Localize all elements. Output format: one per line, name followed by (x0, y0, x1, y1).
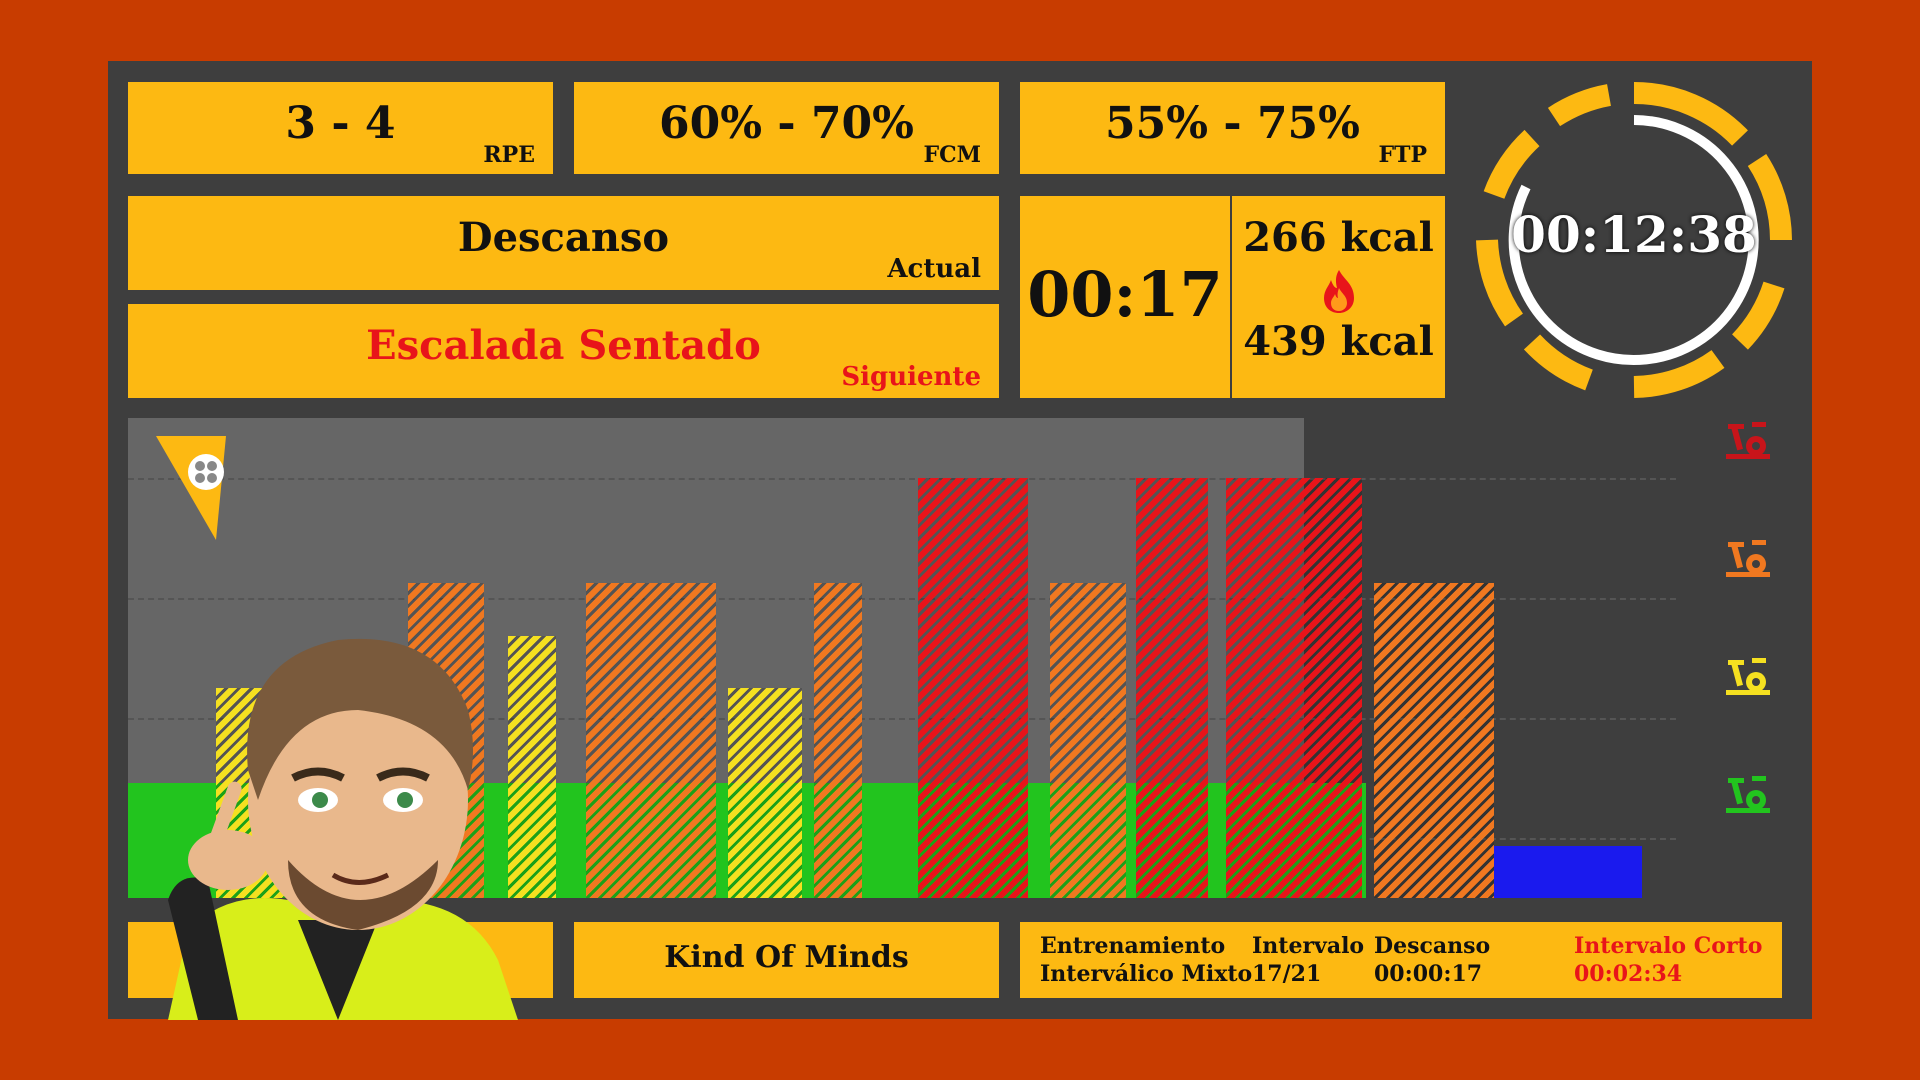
chart-bar (1374, 583, 1494, 898)
rest-label: Descanso (1374, 933, 1491, 959)
fcm-label: FCM (923, 142, 981, 168)
next-segment-label: Siguiente (841, 362, 981, 392)
chart-bar (918, 478, 1028, 898)
calories-total: 439 kcal (1243, 318, 1434, 365)
fcm-tile: 60% - 70% FCM (574, 82, 999, 174)
workout-name-line2: Interválico Mixto (1040, 961, 1253, 987)
logo-icon (156, 436, 226, 540)
segment-timer-tile: 00:17 (1020, 196, 1230, 398)
interval-value: 17/21 (1252, 961, 1322, 987)
current-segment-label: Actual (887, 254, 981, 284)
bike-green-icon (1726, 776, 1770, 813)
song-tile: Kind Of Minds (574, 922, 999, 998)
current-segment-tile: Descanso Actual (128, 196, 999, 290)
workout-info-tile: Entrenamiento Interválico Mixto Interval… (1020, 922, 1782, 998)
segment-timer: 00:17 (1027, 258, 1223, 331)
calories-current: 266 kcal (1243, 214, 1434, 261)
rpe-label: RPE (483, 142, 535, 168)
chart-bar (1226, 478, 1362, 898)
song-title: Kind Of Minds (664, 940, 909, 975)
bike-yellow-icon (1726, 658, 1770, 695)
current-segment-name: Descanso (457, 214, 670, 261)
next-interval-value: 00:02:34 (1574, 961, 1683, 987)
workout-name-line1: Entrenamiento (1040, 933, 1226, 959)
rpe-tile: 3 - 4 RPE (128, 82, 553, 174)
chart-bar (1136, 478, 1208, 898)
chart-bar (1494, 845, 1642, 898)
instructor-avatar (168, 638, 518, 1020)
chart-bar (586, 583, 716, 898)
interval-label: Intervalo (1252, 933, 1365, 959)
next-interval-label: Intervalo Corto (1574, 933, 1763, 959)
chart-bar (1050, 583, 1126, 898)
main-timer: 00:12:38 (1511, 205, 1757, 264)
grid-line (128, 478, 1676, 480)
next-segment-tile: Escalada Sentado Siguiente (128, 304, 999, 398)
bike-red-icon (1726, 422, 1770, 459)
chart-bar (728, 688, 802, 898)
calories-tile: 266 kcal 439 kcal (1232, 196, 1445, 398)
bike-orange-icon (1726, 540, 1770, 577)
chart-bar (814, 583, 862, 898)
flame-icon (1324, 270, 1354, 313)
rest-value: 00:00:17 (1374, 961, 1483, 987)
ftp-label: FTP (1378, 142, 1427, 168)
ftp-tile: 55% - 75% FTP (1020, 82, 1445, 174)
